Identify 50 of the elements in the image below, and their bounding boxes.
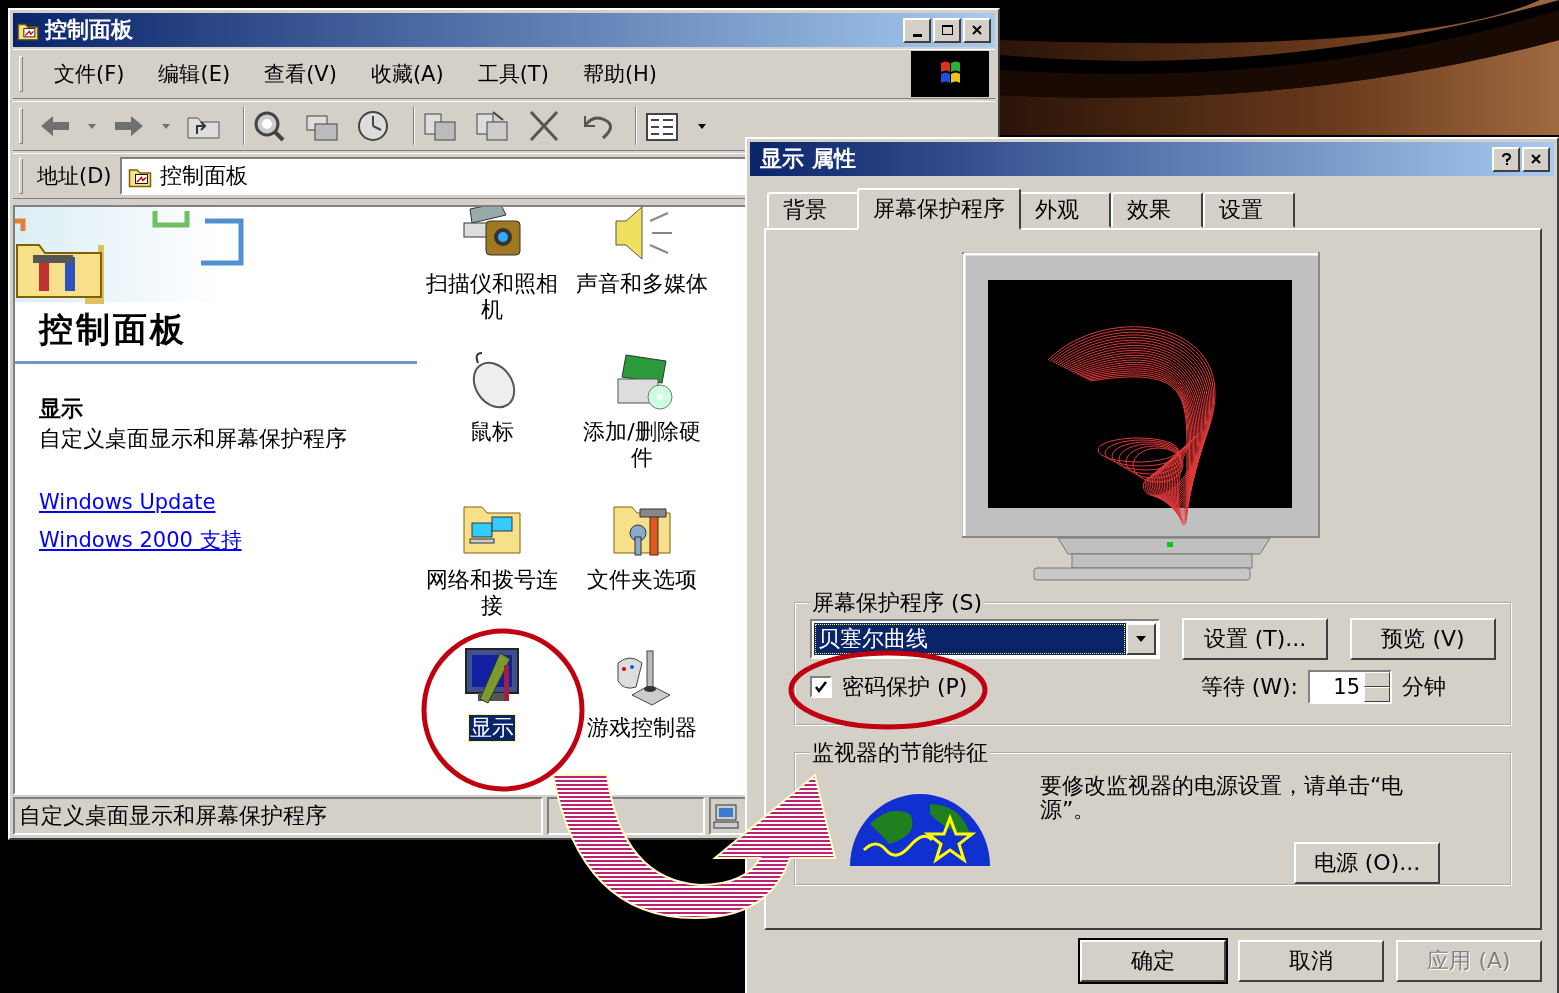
caret-icon — [1134, 634, 1148, 644]
address-label: 地址(D) — [37, 163, 112, 190]
help-button[interactable] — [1492, 146, 1520, 172]
power-instructions: 要修改监视器的电源设置，请单击“电源”。 — [1040, 774, 1405, 822]
item-label[interactable]: 显示 — [469, 715, 515, 741]
item-label[interactable]: 文件夹选项 — [586, 567, 698, 593]
menu-item[interactable]: 工具(T) — [460, 56, 566, 92]
group-label: 监视器的节能特征 — [811, 739, 989, 767]
tab[interactable]: 屏幕保护程序 — [857, 188, 1021, 230]
tab[interactable]: 设置 — [1203, 192, 1295, 228]
item-label[interactable]: 扫描仪和照相机 — [422, 271, 562, 323]
unit-label: 分钟 — [1402, 673, 1446, 701]
menu-item[interactable]: 文件(F) — [37, 56, 142, 92]
help-link[interactable]: Windows Update — [39, 490, 216, 514]
menu-item[interactable]: 帮助(H) — [565, 56, 675, 92]
item-label[interactable]: 鼠标 — [469, 419, 515, 445]
close-button[interactable] — [1522, 146, 1550, 172]
menu-item[interactable]: 编辑(E) — [141, 56, 248, 92]
item-label[interactable]: 添加/删除硬件 — [572, 419, 712, 471]
status-text: 自定义桌面显示和屏幕保护程序 — [13, 797, 543, 835]
help-link[interactable]: Windows 2000 支持 — [39, 526, 242, 554]
item-label[interactable]: 网络和拨号连接 — [422, 567, 562, 619]
password-checkbox[interactable] — [810, 676, 832, 698]
detail-description: 自定义桌面显示和屏幕保护程序 — [39, 425, 348, 453]
detail-title: 显示 — [39, 395, 84, 423]
tab[interactable]: 效果 — [1111, 192, 1203, 228]
screensaver-dropdown[interactable]: 贝塞尔曲线 — [810, 619, 1160, 659]
dialog-button[interactable]: 确定 — [1080, 940, 1226, 982]
computer-icon — [713, 803, 739, 829]
close-button[interactable] — [963, 17, 991, 43]
preview-button[interactable]: 预览 (V) — [1350, 618, 1496, 660]
minimize-icon — [912, 33, 922, 37]
power-button[interactable]: 电源 (O)... — [1294, 842, 1440, 884]
window-title: 控制面板 — [45, 16, 134, 44]
tab[interactable]: 外观 — [1019, 192, 1111, 228]
dialog-button[interactable]: 取消 — [1238, 940, 1384, 982]
item-label[interactable]: 游戏控制器 — [586, 715, 698, 741]
group-label: 屏幕保护程序 (S) — [811, 589, 984, 617]
settings-button[interactable]: 设置 (T)... — [1182, 618, 1328, 660]
wait-spinner[interactable]: 15 — [1308, 670, 1392, 704]
tab[interactable]: 背景 — [767, 192, 859, 228]
panel-title: 控制面板 — [39, 308, 188, 351]
checkmark-icon — [814, 680, 828, 694]
maximize-button[interactable] — [933, 17, 961, 43]
menu-item[interactable]: 收藏(A) — [353, 56, 461, 92]
wait-label: 等待 (W): — [1200, 673, 1298, 701]
menu-item[interactable]: 查看(V) — [247, 56, 354, 92]
item-label[interactable]: 声音和多媒体 — [575, 271, 709, 297]
checkbox-label: 密码保护 (P) — [842, 673, 968, 701]
minimize-button[interactable] — [903, 17, 931, 43]
